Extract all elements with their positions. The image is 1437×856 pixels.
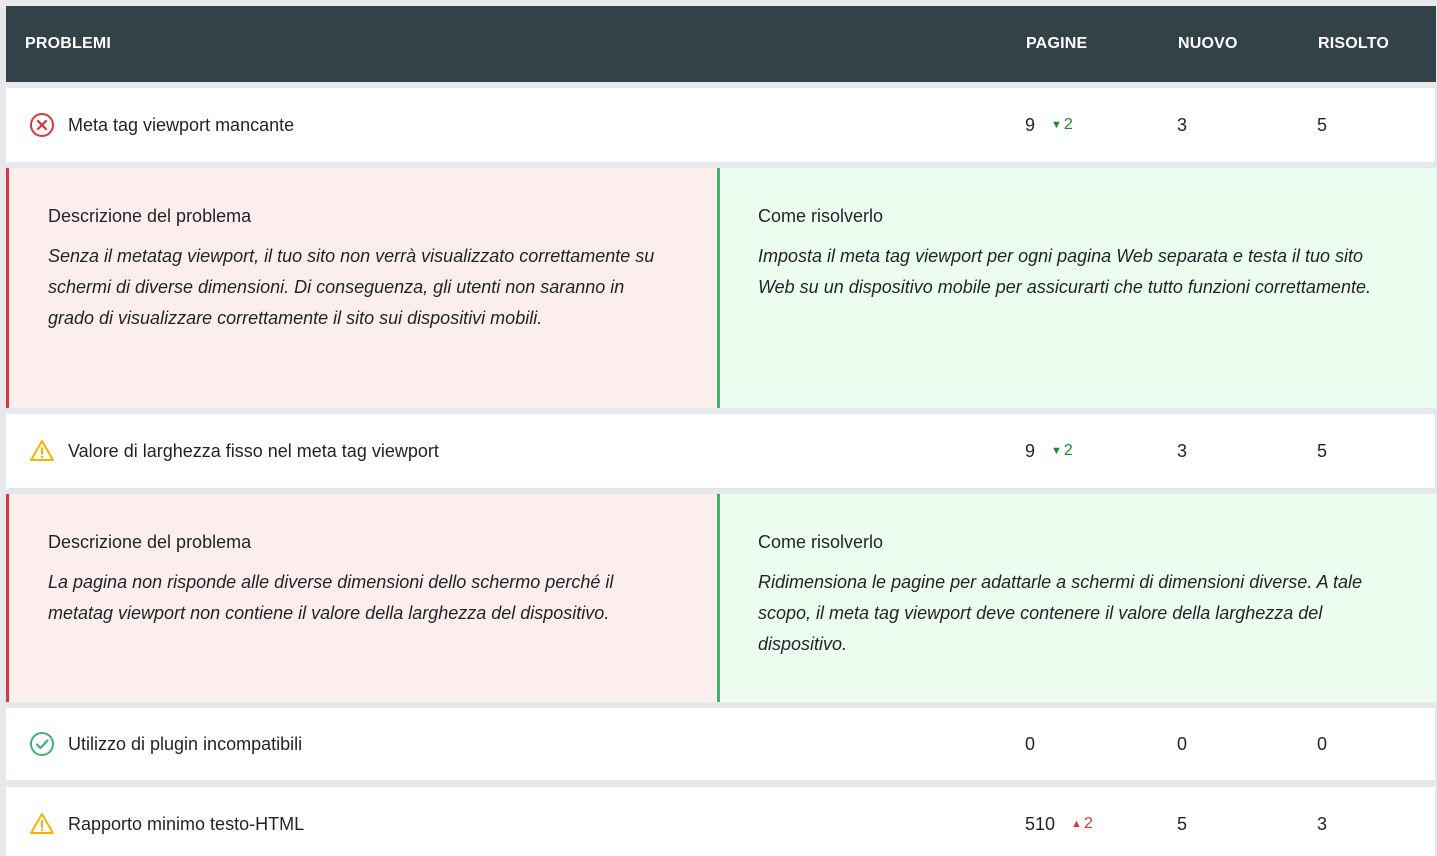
header-pages[interactable]: PAGINE bbox=[1026, 35, 1178, 53]
issue-row-text-html-ratio[interactable]: Rapporto minimo testo-HTML 510 ▲ 2 5 3 bbox=[6, 786, 1436, 856]
pages-delta: ▼ 2 bbox=[1051, 116, 1073, 133]
new-count[interactable]: 3 bbox=[1177, 441, 1317, 462]
pages-delta: ▼ 2 bbox=[1051, 442, 1073, 459]
resolved-count[interactable]: 3 bbox=[1317, 814, 1435, 835]
description-text: La pagina non risponde alle diverse dime… bbox=[48, 572, 614, 623]
new-count[interactable]: 5 bbox=[1177, 814, 1317, 835]
issue-row-fixed-width[interactable]: Valore di larghezza fisso nel meta tag v… bbox=[6, 413, 1436, 489]
check-circle-icon bbox=[29, 731, 55, 757]
fix-text: Ridimensiona le pagine per adattarle a s… bbox=[758, 572, 1362, 654]
resolved-count[interactable]: 0 bbox=[1317, 734, 1435, 755]
issue-label[interactable]: Utilizzo di plugin incompatibili bbox=[68, 734, 302, 755]
warning-triangle-icon bbox=[29, 438, 55, 464]
fix-title: Come risolverlo bbox=[758, 532, 884, 552]
pages-count[interactable]: 9 bbox=[1025, 441, 1035, 462]
problem-description: Descrizione del problema La pagina non r… bbox=[9, 494, 720, 702]
issue-detail-viewport-missing: Descrizione del problema Senza il metata… bbox=[6, 168, 1436, 408]
resolved-count[interactable]: 5 bbox=[1317, 115, 1435, 136]
pages-count[interactable]: 0 bbox=[1025, 734, 1035, 755]
issue-row-viewport-missing[interactable]: Meta tag viewport mancante 9 ▼ 2 3 5 bbox=[6, 87, 1436, 163]
table-header: PROBLEMI PAGINE NUOVO RISOLTO bbox=[6, 6, 1436, 82]
how-to-fix: Come risolverlo Ridimensiona le pagine p… bbox=[720, 494, 1436, 702]
issue-label[interactable]: Rapporto minimo testo-HTML bbox=[68, 814, 304, 835]
error-circle-icon bbox=[29, 112, 55, 138]
how-to-fix: Come risolverlo Imposta il meta tag view… bbox=[720, 168, 1436, 408]
problem-description: Descrizione del problema Senza il metata… bbox=[9, 168, 720, 408]
header-new[interactable]: NUOVO bbox=[1178, 35, 1318, 53]
description-title: Descrizione del problema bbox=[48, 206, 252, 226]
fix-text: Imposta il meta tag viewport per ogni pa… bbox=[758, 246, 1371, 297]
issues-panel: PROBLEMI PAGINE NUOVO RISOLTO Meta tag v… bbox=[0, 0, 1437, 856]
fix-title: Come risolverlo bbox=[758, 206, 884, 226]
resolved-count[interactable]: 5 bbox=[1317, 441, 1435, 462]
description-title: Descrizione del problema bbox=[48, 532, 252, 552]
issue-detail-fixed-width: Descrizione del problema La pagina non r… bbox=[6, 494, 1436, 702]
pages-delta: ▲ 2 bbox=[1071, 815, 1093, 832]
pages-count[interactable]: 510 bbox=[1025, 814, 1055, 835]
header-problems[interactable]: PROBLEMI bbox=[6, 35, 1026, 53]
issue-label[interactable]: Valore di larghezza fisso nel meta tag v… bbox=[68, 441, 439, 462]
description-text: Senza il metatag viewport, il tuo sito n… bbox=[48, 246, 655, 328]
pages-count[interactable]: 9 bbox=[1025, 115, 1035, 136]
issue-label[interactable]: Meta tag viewport mancante bbox=[68, 115, 294, 136]
header-resolved[interactable]: RISOLTO bbox=[1318, 35, 1436, 53]
arrow-down-icon: ▼ bbox=[1051, 445, 1062, 457]
warning-triangle-icon bbox=[29, 811, 55, 837]
issue-row-incompatible-plugins[interactable]: Utilizzo di plugin incompatibili 0 0 0 bbox=[6, 707, 1436, 781]
new-count[interactable]: 0 bbox=[1177, 734, 1317, 755]
arrow-down-icon: ▼ bbox=[1051, 119, 1062, 131]
arrow-up-icon: ▲ bbox=[1071, 818, 1082, 830]
new-count[interactable]: 3 bbox=[1177, 115, 1317, 136]
issues-table: PROBLEMI PAGINE NUOVO RISOLTO Meta tag v… bbox=[6, 6, 1436, 856]
